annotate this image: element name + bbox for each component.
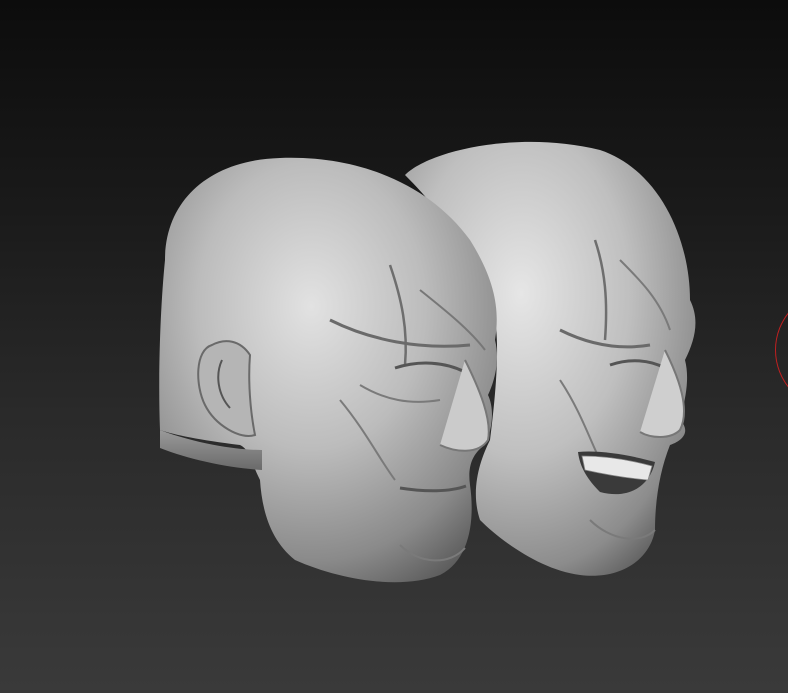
sculpt-viewport[interactable] [0,0,788,693]
neutral-head[interactable] [159,157,498,583]
model-scene [159,141,696,583]
